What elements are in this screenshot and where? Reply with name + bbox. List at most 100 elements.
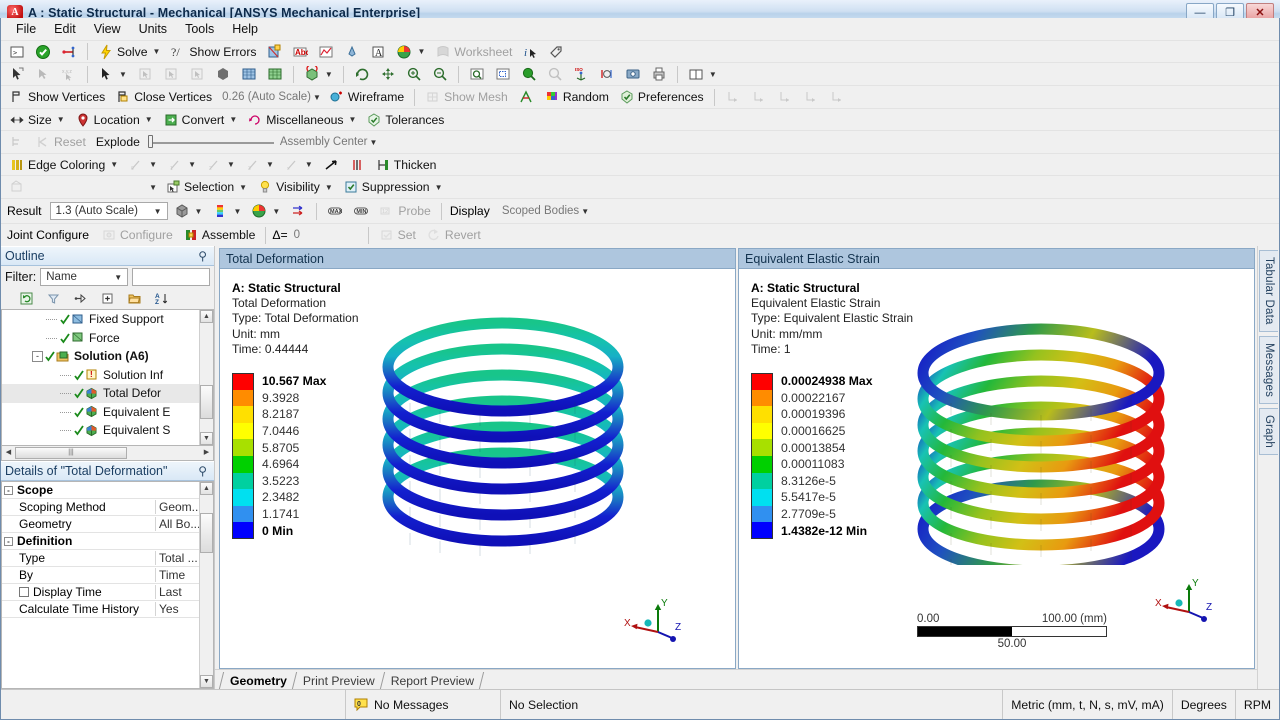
new-section-plane-icon[interactable] (262, 42, 286, 61)
iso-view-icon[interactable]: ISO (569, 65, 593, 84)
collapse-icon[interactable]: - (4, 536, 13, 546)
assemble-button[interactable]: Assemble (179, 226, 260, 245)
tree-item-fixed-support[interactable]: Fixed Support (2, 310, 213, 329)
suppression-button[interactable]: Suppression ▼ (339, 178, 447, 197)
expand-all-icon[interactable] (96, 289, 120, 308)
vector-display-icon[interactable] (286, 202, 310, 221)
box-volume-select-icon[interactable] (263, 65, 287, 84)
details-row[interactable]: Scoping Method Geom... (2, 499, 213, 516)
annotation-icon[interactable]: A (366, 42, 390, 61)
tree-item-equivalent-s[interactable]: Equivalent S (2, 421, 213, 440)
details-row[interactable]: Geometry All Bo... (2, 516, 213, 533)
wireframe-button[interactable]: Wireframe (325, 88, 408, 107)
window-layout-icon[interactable]: ▼ (684, 65, 721, 84)
details-expander[interactable]: - (2, 536, 15, 546)
geometry-display-icon[interactable]: ▼ (170, 202, 207, 221)
explode-button[interactable]: Explode (92, 133, 144, 152)
view-box-icon[interactable] (621, 65, 645, 84)
chevron-down-icon[interactable]: ▼ (57, 115, 65, 124)
miscellaneous-button[interactable]: Miscellaneous ▼ (243, 110, 360, 129)
details-vertical-scrollbar[interactable]: ▲ ▼ (199, 482, 213, 688)
select-body-icon[interactable] (211, 65, 235, 84)
zoom-to-fit-green-icon[interactable] (517, 65, 541, 84)
max-annotation-icon[interactable]: MAX (323, 202, 347, 221)
extend-selection-icon[interactable] (31, 65, 55, 84)
hscroll-thumb[interactable]: ||| (15, 447, 127, 459)
chevron-down-icon[interactable]: ▼ (325, 70, 333, 79)
chevron-down-icon[interactable]: ▼ (151, 207, 165, 216)
probe-point-icon[interactable] (340, 42, 364, 61)
tree-item-equivalent-e[interactable]: Equivalent E (2, 403, 213, 422)
pointer-select-icon[interactable]: ▼ (94, 65, 131, 84)
chevron-down-icon[interactable]: ▼ (195, 207, 203, 216)
vtab-messages[interactable]: Messages (1259, 335, 1278, 404)
rotate-view-icon[interactable]: ▼ (300, 65, 337, 84)
zoom-previous-icon[interactable] (543, 65, 567, 84)
scroll-left-button[interactable]: ◀ (2, 447, 15, 460)
edge-color-1-icon[interactable]: 1 ▼ (163, 155, 200, 174)
scroll-down-button[interactable]: ▼ (200, 432, 213, 445)
coordinate-select-icon[interactable]: x,y,z (57, 65, 81, 84)
pin-icon[interactable]: ⚲ (198, 464, 210, 478)
visibility-button[interactable]: Visibility ▼ (253, 178, 337, 197)
filter-type-combo[interactable]: Name ▼ (40, 268, 129, 286)
sort-az-icon[interactable]: AZ (150, 289, 174, 308)
tree-expander[interactable]: - (32, 350, 43, 362)
explode-slider[interactable] (146, 133, 274, 151)
chevron-down-icon[interactable]: ▼ (435, 183, 443, 192)
scroll-thumb[interactable] (200, 513, 213, 553)
tab-report-preview[interactable]: Report Preview (381, 672, 482, 689)
min-annotation-icon[interactable]: MIN (349, 202, 373, 221)
assembly-center-combo[interactable]: Assembly Center ▼ (276, 133, 379, 151)
expand-branch-icon[interactable] (69, 289, 93, 308)
chevron-down-icon[interactable]: ▼ (313, 93, 321, 102)
collapse-icon[interactable]: - (4, 485, 13, 495)
chevron-down-icon[interactable]: ▼ (110, 160, 118, 169)
viewport-right-body[interactable]: A: Static Structural Equivalent Elastic … (739, 269, 1254, 668)
zoom-window-icon[interactable] (491, 65, 515, 84)
tab-geometry[interactable]: Geometry (221, 672, 294, 689)
chevron-down-icon[interactable]: ▼ (149, 183, 157, 192)
chevron-down-icon[interactable]: ▼ (233, 207, 241, 216)
details-checkbox[interactable] (19, 587, 29, 597)
tree-item-total-defor[interactable]: Total Defor (2, 384, 213, 403)
edge-coloring-button[interactable]: Edge Coloring ▼ (5, 155, 122, 174)
delta-value-field[interactable]: 0 (290, 226, 362, 244)
edge-direction-3-icon[interactable] (773, 88, 797, 107)
rotate-icon[interactable] (350, 65, 374, 84)
contour-bands-icon[interactable]: ▼ (208, 202, 245, 221)
refresh-tree-icon[interactable] (15, 289, 39, 308)
set-view-icon[interactable] (595, 65, 619, 84)
edge-color-2-icon[interactable]: 2 ▼ (202, 155, 239, 174)
random-colors-button[interactable]: Random (540, 88, 613, 107)
scroll-down-button[interactable]: ▼ (200, 675, 213, 688)
chevron-down-icon[interactable]: ▼ (239, 183, 247, 192)
pin-icon[interactable]: ⚲ (198, 249, 210, 263)
slider-knob[interactable] (147, 135, 153, 148)
tag-icon[interactable] (544, 42, 568, 61)
edge-direction-2-icon[interactable] (747, 88, 771, 107)
chevron-down-icon[interactable]: ▼ (709, 70, 717, 79)
edge-color-3-icon[interactable]: 3 ▼ (241, 155, 278, 174)
preferences-button[interactable]: Preferences (615, 88, 708, 107)
clear-filter-icon[interactable] (42, 289, 66, 308)
chart-icon[interactable] (314, 42, 338, 61)
select-vertex-icon[interactable] (133, 65, 157, 84)
details-row[interactable]: Display Time Last (2, 584, 213, 601)
edge-color-x-icon[interactable]: x ▼ (280, 155, 317, 174)
viewport-total-deformation[interactable]: Total Deformation A: Static Structural T… (219, 248, 736, 669)
show-vertices-button[interactable]: Show Vertices (5, 88, 109, 107)
scroll-right-button[interactable]: ▶ (200, 447, 213, 460)
select-edge-icon[interactable] (159, 65, 183, 84)
tab-print-preview[interactable]: Print Preview (293, 672, 382, 689)
show-errors-button[interactable]: ?/ Show Errors (166, 42, 260, 61)
viewport-equivalent-elastic-strain[interactable]: Equivalent Elastic Strain A: Static Stru… (738, 248, 1255, 669)
scroll-thumb[interactable] (200, 385, 213, 419)
zoom-icon[interactable] (428, 65, 452, 84)
edge-direction-5-icon[interactable] (825, 88, 849, 107)
thicken-annotations-icon[interactable] (514, 88, 538, 107)
menu-units[interactable]: Units (130, 20, 176, 38)
chevron-down-icon[interactable]: ▼ (369, 138, 377, 147)
edge-color-0-icon[interactable]: 0 ▼ (124, 155, 161, 174)
chevron-down-icon[interactable]: ▼ (348, 115, 356, 124)
